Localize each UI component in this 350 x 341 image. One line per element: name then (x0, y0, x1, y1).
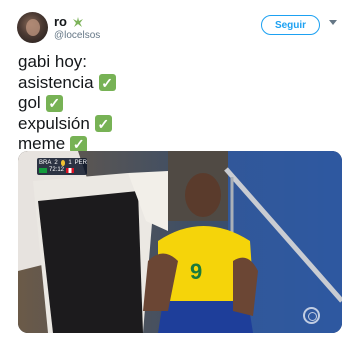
scoreboard-away-team: PER (74, 160, 87, 166)
svg-text:9: 9 (190, 259, 202, 284)
copa-america-logo-icon (60, 160, 66, 166)
leaf-emoji-icon (73, 16, 83, 27)
scoreboard-away-score: 1 (68, 160, 72, 166)
user-name-row[interactable]: ro (54, 14, 84, 29)
tweet-text: gabi hoy: asistencia ✓ gol ✓ expulsión ✓… (18, 52, 116, 155)
tweet-line-text: asistencia (18, 72, 94, 92)
check-mark-icon: ✓ (94, 115, 112, 133)
scoreboard-clock: 72:12 (49, 167, 65, 173)
tweet-line: gabi hoy: (18, 52, 116, 73)
user-handle[interactable]: @locelsos (54, 30, 100, 41)
scoreboard: BRA 2 1 PER 72:12 (37, 158, 87, 175)
brazil-flag-icon (39, 167, 47, 173)
tweet-image[interactable]: 9 BRA 2 1 PER 72:12 (18, 151, 342, 333)
check-mark-icon: ✓ (98, 74, 116, 92)
tweet-line-text: expulsión (18, 113, 90, 133)
tweet-line: expulsión ✓ (18, 114, 116, 135)
chevron-down-icon[interactable] (329, 20, 337, 25)
tweet-line: gol ✓ (18, 93, 116, 114)
tweet-line: asistencia ✓ (18, 73, 116, 94)
user-name[interactable]: ro (54, 14, 67, 29)
tweet-line-text: gabi hoy: (18, 52, 87, 71)
tweet-line-text: gol (18, 93, 41, 112)
broadcaster-watermark-icon (303, 307, 320, 324)
match-photo: 9 (18, 151, 342, 333)
follow-button[interactable]: Seguir (261, 15, 320, 35)
avatar[interactable] (17, 12, 48, 43)
scoreboard-home-score: 2 (54, 160, 58, 166)
check-mark-icon: ✓ (45, 94, 63, 112)
peru-flag-icon (66, 167, 75, 173)
scoreboard-home-team: BRA (39, 160, 52, 166)
